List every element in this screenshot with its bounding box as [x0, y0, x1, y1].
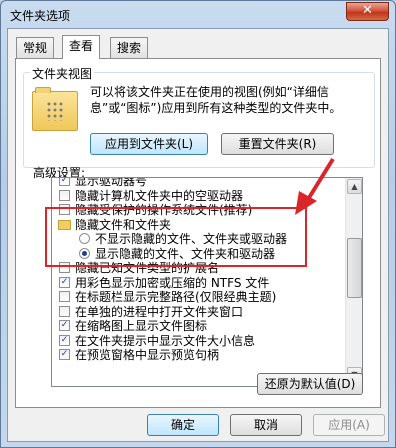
- list-item-label: 不显示隐藏的文件、文件夹或驱动器: [95, 232, 288, 246]
- checkbox-checked[interactable]: ✓: [59, 276, 70, 288]
- tab-general[interactable]: 常规: [16, 37, 55, 58]
- list-item-label: 隐藏已知文件类型的扩展名: [75, 261, 220, 275]
- folder-view-icon: [32, 87, 78, 131]
- list-item[interactable]: 隐藏已知文件类型的扩展名: [52, 261, 347, 276]
- title-bar[interactable]: 文件夹选项 ✕: [1, 1, 395, 27]
- list-item-label: 显示隐藏的文件、文件夹和驱动器: [95, 246, 276, 261]
- list-item-label: 在单独的进程中打开文件夹窗口: [75, 304, 244, 319]
- tab-search[interactable]: 搜索: [110, 37, 149, 58]
- checkbox-unchecked[interactable]: [59, 262, 70, 273]
- checkbox-unchecked[interactable]: [59, 204, 70, 215]
- scrollbar-thumb[interactable]: [347, 238, 362, 298]
- list-item-label: 在缩略图上显示文件图标: [75, 319, 208, 333]
- tab-view[interactable]: 查看: [62, 35, 101, 59]
- folder-icon-tab: [35, 87, 51, 93]
- folder-views-description: 可以将该文件夹正在使用的视图(例如“详细信息”或“图标”)应用到所有这种类型的文…: [90, 85, 342, 115]
- list-item-label: 在预览窗格中显示预览句柄: [75, 348, 220, 362]
- checkbox-checked[interactable]: ✓: [59, 349, 70, 360]
- list-item[interactable]: 不显示隐藏的文件、文件夹或驱动器: [52, 232, 347, 247]
- folder-views-label: 文件夹视图: [30, 65, 95, 82]
- cancel-button[interactable]: 取消: [230, 414, 302, 436]
- close-button[interactable]: ✕: [346, 2, 389, 21]
- list-item[interactable]: 在标题栏显示完整路径(仅限经典主题): [52, 290, 347, 305]
- checkbox-checked[interactable]: ✓: [59, 320, 70, 331]
- list-item-label: 隐藏文件和文件夹: [75, 217, 172, 232]
- restore-defaults-button[interactable]: 还原为默认值(D): [257, 373, 363, 395]
- ok-button[interactable]: 确定: [147, 414, 219, 436]
- checkbox-checked[interactable]: ✓: [59, 178, 70, 186]
- annotation-arrow-shaft: [305, 157, 335, 203]
- apply-to-folders-button[interactable]: 应用到文件夹(L): [90, 133, 208, 155]
- list-item-label: 隐藏受保护的操作系统文件(推荐): [75, 203, 253, 217]
- window-title: 文件夹选项: [10, 9, 71, 23]
- list-item[interactable]: ✓ 在文件夹提示中显示文件大小信息: [52, 333, 347, 349]
- list-item[interactable]: ✓ 在预览窗格中显示预览句柄: [52, 348, 347, 363]
- apply-button[interactable]: 应用(A): [313, 414, 385, 436]
- checkbox-unchecked[interactable]: [59, 291, 70, 302]
- radio-checked[interactable]: [79, 247, 90, 259]
- checkbox-unchecked[interactable]: [59, 189, 70, 201]
- folder-icon: [58, 219, 71, 230]
- list-item-label: 在文件夹提示中显示文件大小信息: [75, 333, 256, 348]
- folder-icon-grid: [46, 101, 64, 121]
- list-item-label: 隐藏计算机文件夹中的空驱动器: [75, 188, 244, 203]
- folder-options-window: 文件夹选项 ✕ 常规 查看 搜索 文件夹视图 可以将该文件夹正在使用的视图(例如…: [0, 0, 396, 448]
- checkbox-unchecked[interactable]: [59, 305, 70, 317]
- list-item[interactable]: ✓ 在缩略图上显示文件图标: [52, 319, 347, 334]
- checkbox-checked[interactable]: ✓: [59, 334, 70, 346]
- annotation-arrow-icon: [295, 157, 335, 215]
- list-item[interactable]: 显示隐藏的文件、文件夹和驱动器: [52, 246, 347, 262]
- list-item[interactable]: ✓ 用彩色显示加密或压缩的 NTFS 文件: [52, 275, 347, 291]
- radio-unchecked[interactable]: [79, 233, 90, 244]
- list-item-label: 用彩色显示加密或压缩的 NTFS 文件: [75, 275, 270, 290]
- reset-folders-button[interactable]: 重置文件夹(R): [221, 133, 334, 155]
- list-item[interactable]: 在单独的进程中打开文件夹窗口: [52, 304, 347, 320]
- list-item-label: 在标题栏显示完整路径(仅限经典主题): [75, 290, 277, 304]
- list-item-label: 显示驱动器号: [75, 177, 148, 188]
- annotation-arrow-head: [295, 191, 317, 215]
